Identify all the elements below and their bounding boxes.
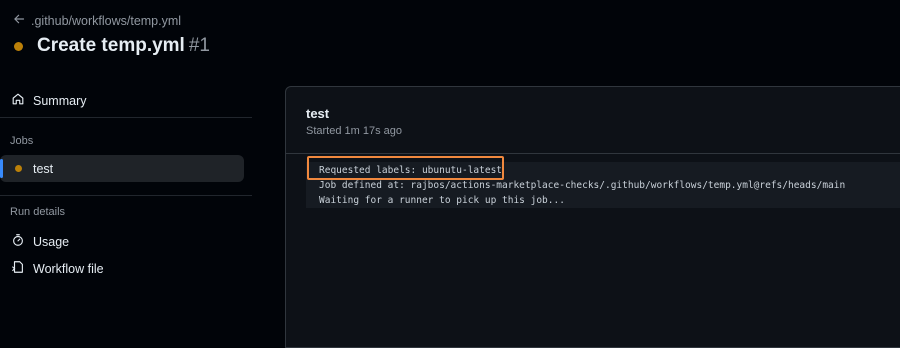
job-log-panel: test Started 1m 17s ago Requested labels… (285, 86, 900, 348)
sidebar-item-label: Summary (33, 93, 87, 108)
arrow-left-icon (13, 13, 25, 28)
run-title-row: Create temp.yml #1 (14, 35, 210, 57)
job-title: test (306, 106, 330, 121)
highlight-annotation (307, 156, 504, 180)
run-number: #1 (188, 35, 210, 56)
sidebar-divider (0, 195, 252, 196)
panel-divider (286, 153, 900, 154)
back-link[interactable]: .github/workflows/temp.yml (13, 13, 181, 28)
sidebar: Summary Jobs test Run details Usage Work… (0, 80, 252, 337)
active-indicator (0, 159, 3, 178)
job-label: test (33, 161, 54, 176)
stopwatch-icon (11, 233, 25, 250)
sidebar-item-job-test[interactable]: test (0, 155, 244, 182)
queued-status-icon (14, 41, 23, 51)
file-code-icon (11, 260, 25, 277)
page-title: Create temp.yml (37, 35, 185, 56)
sidebar-item-workflow-file[interactable]: Workflow file (11, 260, 104, 277)
log-line: Job defined at: rajbos/actions-marketpla… (319, 180, 846, 191)
log-line: Waiting for a runner to pick up this job… (319, 195, 565, 206)
sidebar-divider (0, 117, 252, 118)
workflow-path[interactable]: .github/workflows/temp.yml (31, 14, 181, 28)
job-started-time: Started 1m 17s ago (306, 125, 403, 137)
jobs-heading: Jobs (10, 135, 34, 147)
run-details-heading: Run details (10, 206, 66, 218)
sidebar-item-summary[interactable]: Summary (11, 92, 86, 109)
sidebar-item-label: Usage (33, 234, 70, 249)
run-header: .github/workflows/temp.yml Create temp.y… (0, 0, 900, 70)
home-icon (11, 92, 25, 109)
sidebar-item-usage[interactable]: Usage (11, 233, 69, 250)
queued-status-icon (15, 165, 22, 172)
sidebar-item-label: Workflow file (33, 261, 104, 276)
